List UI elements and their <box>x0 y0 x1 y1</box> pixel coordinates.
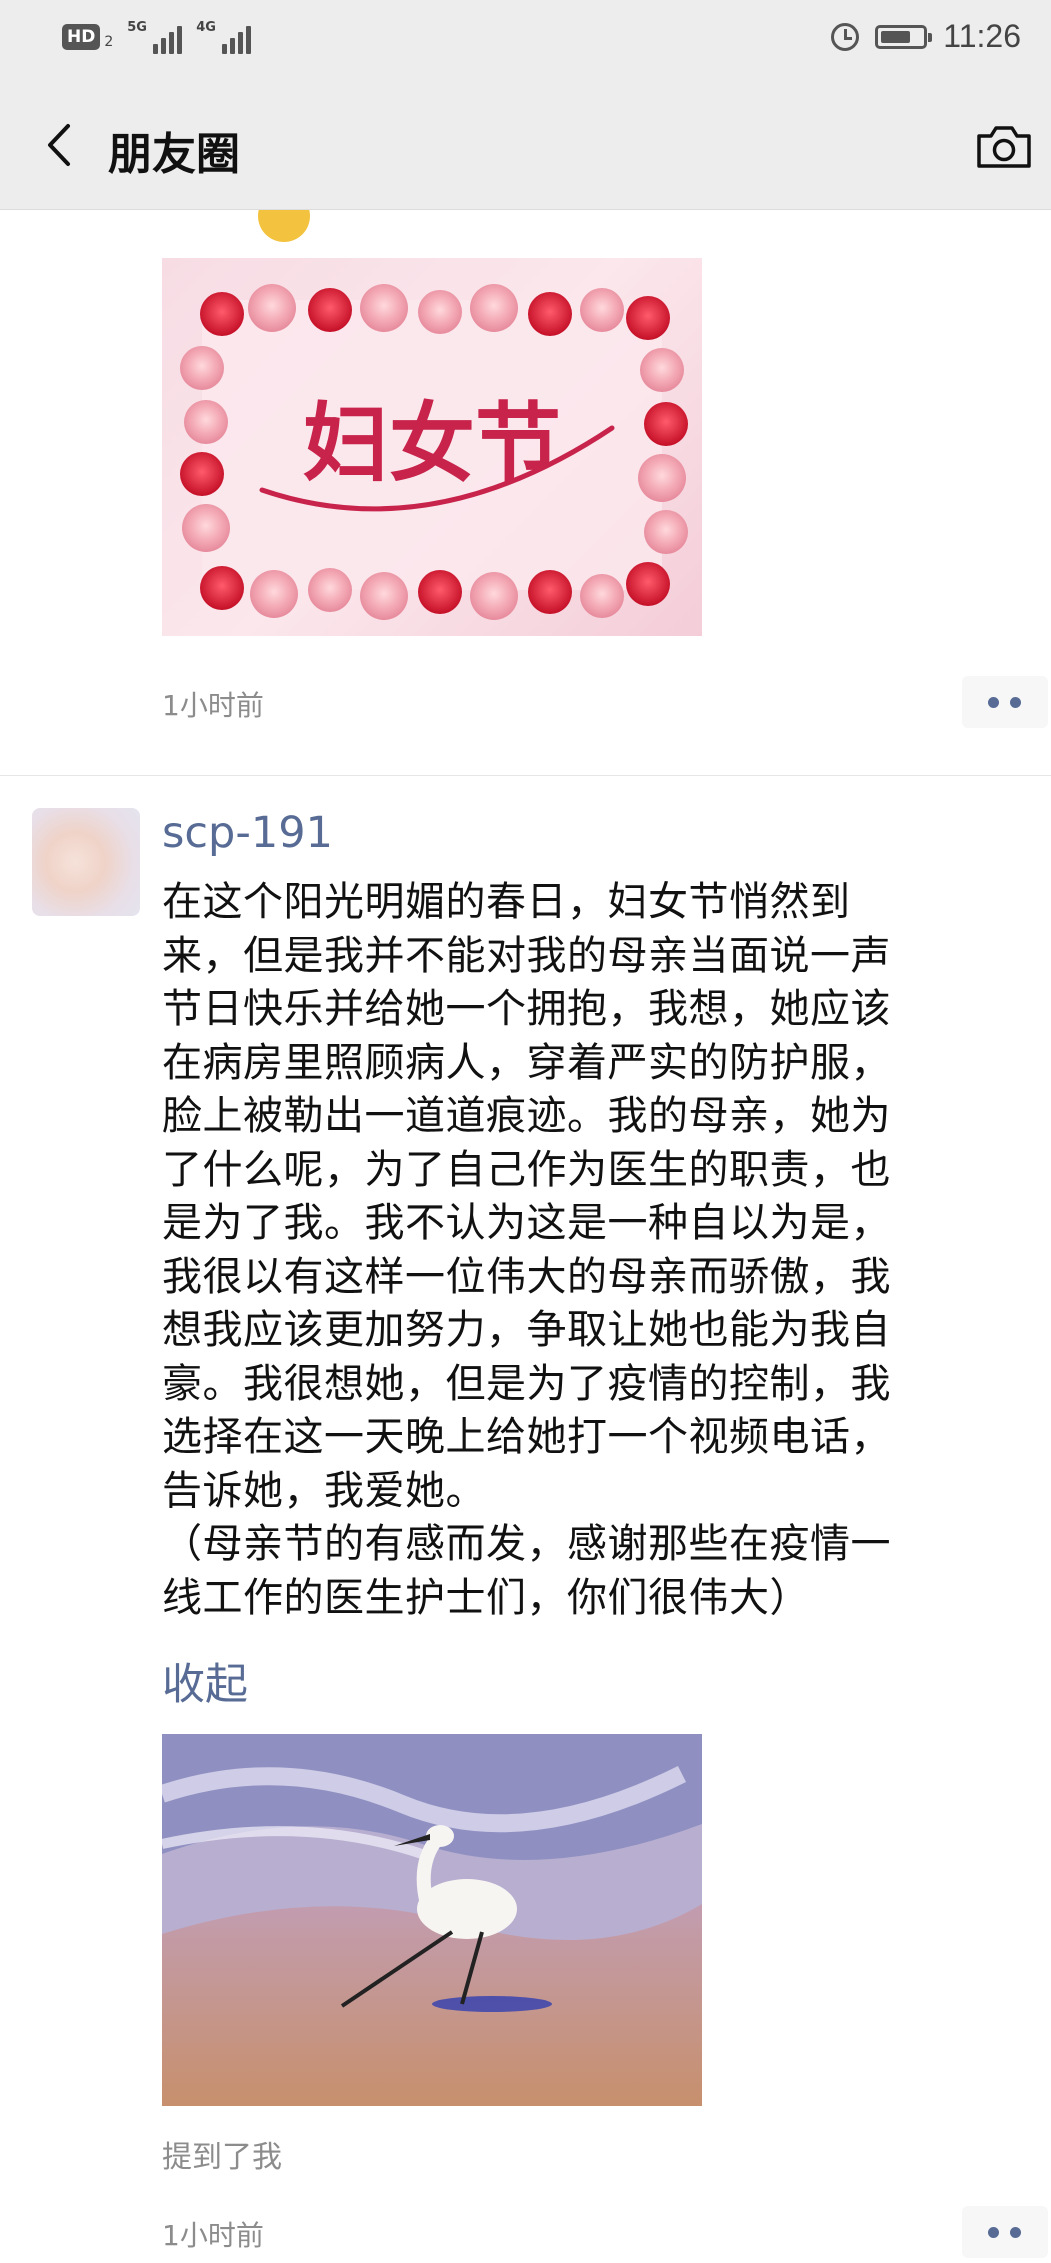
page-title: 朋友圈 <box>108 129 240 180</box>
post-divider <box>0 775 1051 776</box>
sim-number: 2 <box>104 34 114 50</box>
hd-badge: HD <box>62 24 101 50</box>
chevron-left-icon[interactable] <box>38 120 84 170</box>
alarm-icon <box>831 22 860 51</box>
signal-5g-icon: 5G <box>127 20 183 54</box>
comment-more-button[interactable] <box>962 676 1048 728</box>
post-image-egret[interactable] <box>162 1734 702 2106</box>
flower-frame-graphic: 妇女节 <box>180 284 688 620</box>
post-time: 1小时前 <box>162 689 264 722</box>
avatar[interactable] <box>32 808 140 916</box>
comment-more-button[interactable] <box>962 2206 1048 2258</box>
post-text: 在这个阳光明媚的春日，妇女节悄然到 来，但是我并不能对我的母亲当面说一声 节日快… <box>162 879 891 1621</box>
mention-label: 提到了我 <box>162 2140 282 2175</box>
status-left: HD 2 5G 4G <box>62 20 252 54</box>
moments-feed[interactable]: 妇女节 1小时前 scp-191 在这个阳光明媚的春日，妇女节悄然到 来，但是我… <box>0 210 1051 2263</box>
post-time: 1小时前 <box>162 2219 264 2252</box>
battery-icon <box>875 24 933 49</box>
status-time: 11:26 <box>943 18 1021 54</box>
signal-4g-icon: 4G <box>196 20 252 54</box>
post-image-womens-day[interactable]: 妇女节 <box>162 258 702 636</box>
collapse-link[interactable]: 收起 <box>162 1650 248 1712</box>
status-bar: HD 2 5G 4G 11:26 <box>0 0 1051 82</box>
camera-icon[interactable] <box>975 122 1033 170</box>
nav-bar: 朋友圈 <box>0 82 1051 210</box>
post-username[interactable]: scp-191 <box>162 808 333 858</box>
smile-emoji-icon <box>258 210 310 242</box>
status-right: 11:26 <box>831 18 1021 55</box>
egret-photo-graphic <box>162 1734 702 2106</box>
